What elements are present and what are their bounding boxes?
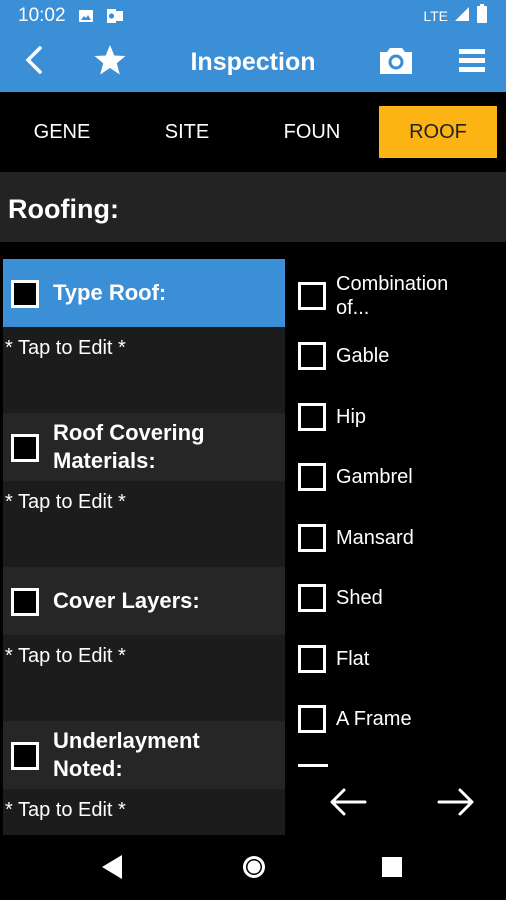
option-label: Flat	[336, 648, 370, 670]
tab-foundation[interactable]: FOUN	[253, 106, 371, 158]
nav-home-icon	[240, 856, 268, 885]
battery-icon	[476, 3, 488, 29]
section-title: Roofing:	[8, 194, 119, 224]
field-value[interactable]: * Tap to Edit *	[3, 789, 285, 835]
back-button[interactable]	[10, 32, 58, 92]
back-icon	[23, 45, 45, 80]
option-item[interactable]: A Frame	[298, 705, 506, 733]
system-nav-bar	[0, 835, 506, 900]
camera-icon	[379, 45, 413, 80]
previous-button[interactable]	[328, 782, 368, 822]
option-checkbox[interactable]	[298, 463, 326, 491]
tab-site[interactable]: SITE	[128, 106, 246, 158]
option-label: Shed	[336, 587, 383, 609]
field-value[interactable]: * Tap to Edit *	[3, 327, 285, 413]
option-label: A Frame	[336, 708, 412, 730]
section-header: Roofing:	[0, 172, 506, 242]
arrow-right-icon	[436, 788, 476, 826]
network-type: LTE	[423, 8, 448, 24]
option-item[interactable]: Gambrel	[298, 463, 506, 491]
status-time: 10:02	[18, 5, 66, 26]
field-header[interactable]: Underlayment Noted:	[3, 721, 285, 789]
option-item[interactable]: Combination of...	[298, 272, 506, 320]
option-checkbox[interactable]	[298, 584, 326, 612]
nav-recents-button[interactable]	[380, 853, 404, 886]
field-label: Underlayment Noted:	[53, 728, 200, 781]
field-value[interactable]: * Tap to Edit *	[3, 481, 285, 567]
favorite-button[interactable]	[86, 32, 134, 92]
tab-roof[interactable]: ROOF	[379, 106, 497, 158]
field-checkbox[interactable]	[11, 588, 39, 616]
option-checkbox[interactable]	[298, 342, 326, 370]
tab-general[interactable]: GENE	[3, 106, 121, 158]
nav-home-button[interactable]	[240, 853, 268, 886]
menu-button[interactable]	[448, 32, 496, 92]
option-label: Mansard	[336, 527, 414, 549]
field-label: Type Roof:	[53, 280, 167, 305]
field-value[interactable]: * Tap to Edit *	[3, 635, 285, 721]
outlook-icon	[106, 8, 124, 24]
tab-bar: GENE SITE FOUN ROOF	[0, 92, 506, 172]
arrow-left-icon	[328, 788, 368, 826]
option-checkbox[interactable]	[298, 282, 326, 310]
image-icon	[78, 8, 94, 24]
nav-back-button[interactable]	[100, 853, 124, 886]
option-item[interactable]: Mansard	[298, 524, 506, 552]
partial-option-edge	[298, 764, 328, 767]
camera-button[interactable]	[372, 32, 420, 92]
nav-back-icon	[100, 855, 124, 885]
option-item[interactable]: Shed	[298, 584, 506, 612]
option-checkbox[interactable]	[298, 645, 326, 673]
option-label: Gambrel	[336, 466, 413, 488]
field-label: Roof Covering Materials:	[53, 420, 205, 473]
field-header[interactable]: Roof Covering Materials:	[3, 413, 285, 481]
option-item[interactable]: Flat	[298, 645, 506, 673]
option-checkbox[interactable]	[298, 705, 326, 733]
app-bar: Inspection	[0, 32, 506, 92]
option-checkbox[interactable]	[298, 403, 326, 431]
field-checkbox[interactable]	[11, 434, 39, 462]
nav-recents-icon	[380, 857, 404, 885]
menu-icon	[459, 48, 485, 77]
option-item[interactable]: Hip	[298, 403, 506, 431]
signal-icon	[454, 6, 470, 27]
star-icon	[93, 44, 127, 81]
next-button[interactable]	[436, 782, 476, 822]
field-checkbox[interactable]	[11, 742, 39, 770]
option-label: Combination of...	[336, 273, 449, 319]
field-header[interactable]: Type Roof:	[3, 259, 285, 327]
option-label: Hip	[336, 406, 367, 428]
option-label: Gable	[336, 345, 390, 367]
option-checkbox[interactable]	[298, 524, 326, 552]
field-header[interactable]: Cover Layers:	[3, 567, 285, 635]
field-checkbox[interactable]	[11, 280, 39, 308]
page-title: Inspection	[190, 48, 316, 76]
option-item[interactable]: Gable	[298, 342, 506, 370]
status-bar: 10:02 LTE	[0, 0, 506, 32]
field-list: Type Roof: * Tap to Edit * Roof Covering…	[3, 259, 285, 835]
field-label: Cover Layers:	[53, 588, 200, 613]
